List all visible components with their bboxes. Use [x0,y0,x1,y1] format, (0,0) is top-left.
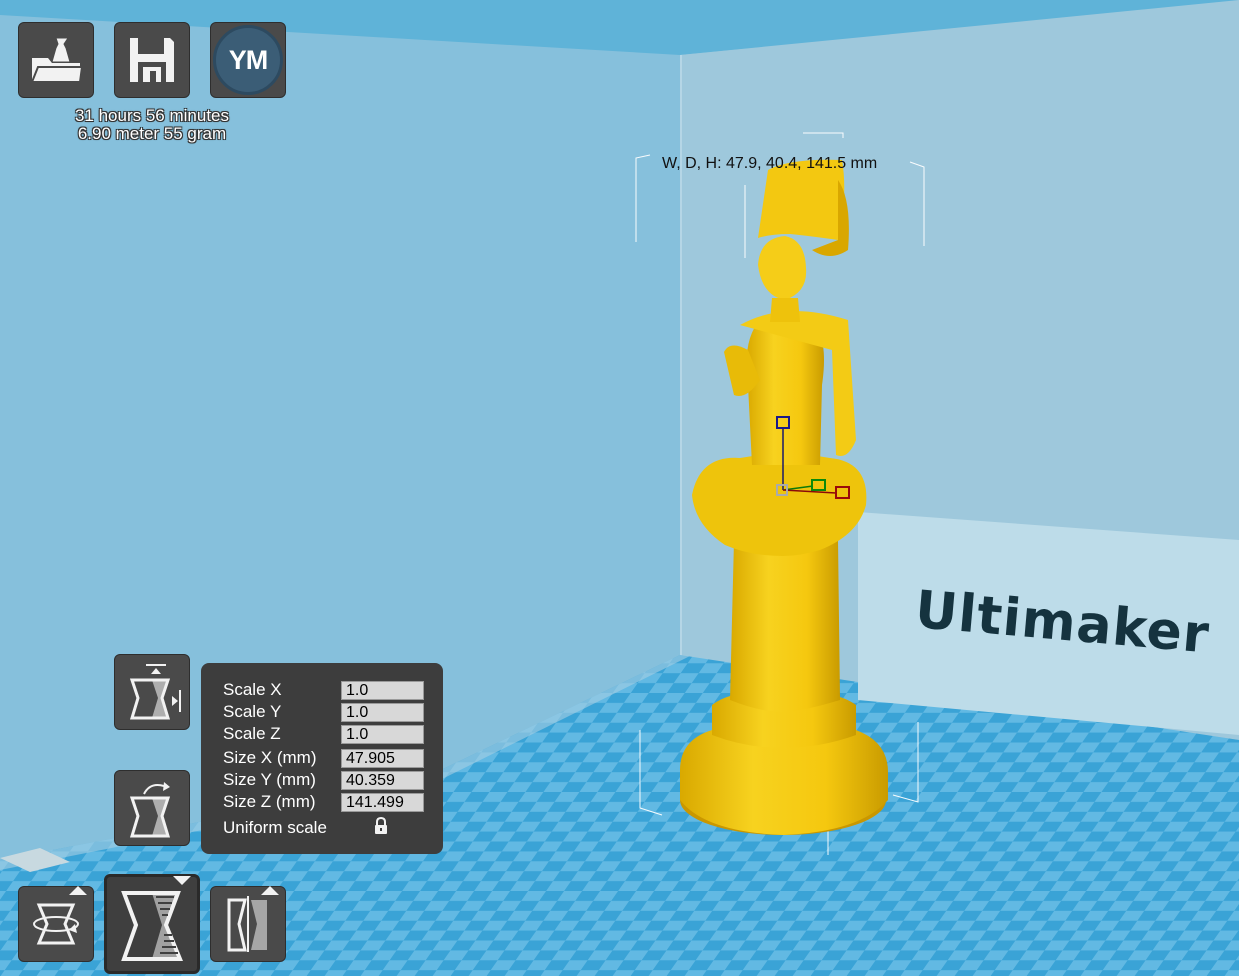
expand-indicator-icon [261,886,279,895]
size-y-row: Size Y (mm) 40.359 [223,769,443,791]
reset-scale-button[interactable] [114,770,190,846]
print-info: 31 hours 56 minutes 6.90 meter 55 gram [40,107,264,143]
rotate-tool-icon [33,903,79,945]
print-time: 31 hours 56 minutes [74,106,230,125]
scale-tool-icon [121,891,183,961]
scale-z-row: Scale Z 1.0 [223,723,443,745]
size-z-label: Size Z (mm) [223,792,316,811]
scale-z-label: Scale Z [223,724,281,743]
avatar: YM [213,25,283,95]
size-x-input[interactable]: 47.905 [341,748,424,768]
scale-z-input[interactable]: 1.0 [341,724,424,744]
size-z-row: Size Z (mm) 141.499 [223,791,443,813]
scale-to-max-button[interactable] [114,654,190,730]
reset-scale-icon [129,782,171,838]
size-y-label: Size Y (mm) [223,770,316,789]
mirror-tool-button[interactable] [210,886,286,962]
uniform-scale-label: Uniform scale [223,818,327,837]
scale-y-row: Scale Y 1.0 [223,701,443,723]
account-button[interactable]: YM [210,22,286,98]
scale-to-max-icon [129,664,181,720]
lock-icon [375,816,387,834]
size-z-input[interactable]: 141.499 [341,792,424,812]
scale-y-input[interactable]: 1.0 [341,702,424,722]
save-disk-icon [130,38,174,82]
scale-panel: Scale X 1.0 Scale Y 1.0 Scale Z 1.0 Size… [201,663,443,854]
expand-indicator-icon [69,886,87,895]
uniform-scale-toggle[interactable] [373,816,389,840]
rotate-tool-button[interactable] [18,886,94,962]
scale-x-label: Scale X [223,680,282,699]
uniform-scale-row: Uniform scale [223,816,443,840]
scale-tool-button[interactable] [104,874,200,974]
load-model-button[interactable] [18,22,94,98]
expand-indicator-icon [173,876,191,885]
size-x-label: Size X (mm) [223,748,317,767]
load-model-icon [30,37,84,83]
save-button[interactable] [114,22,190,98]
scale-y-label: Scale Y [223,702,282,721]
size-x-row: Size X (mm) 47.905 [223,747,443,769]
scale-x-row: Scale X 1.0 [223,679,443,701]
mirror-tool-icon [227,896,267,952]
dimensions-label: W, D, H: 47.9, 40.4, 141.5 mm [662,155,878,172]
print-material: 6.90 meter 55 gram [77,124,227,143]
size-y-input[interactable]: 40.359 [341,770,424,790]
scale-x-input[interactable]: 1.0 [341,680,424,700]
